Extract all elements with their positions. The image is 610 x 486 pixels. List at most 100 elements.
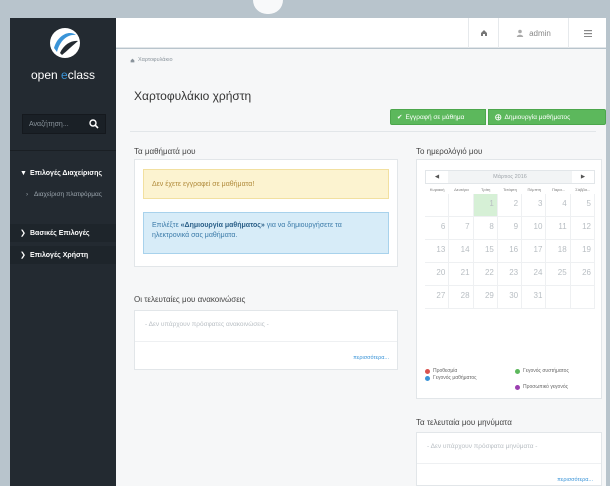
sidebar-section-label: Βασικές Επιλογές [30,229,90,237]
breadcrumb-label[interactable]: Χαρτοφυλάκιο [138,57,173,63]
calendar-week-row: 20 21 22 23 24 25 26 [425,263,595,286]
calendar-empty-cell [425,194,450,217]
calendar-weekday: Πέμπτη [527,187,542,192]
calendar-day[interactable]: 11 [546,217,571,240]
top-frame [0,0,610,18]
calendar-day[interactable]: 26 [570,263,595,286]
sidebar-section-user-options[interactable]: ❯ Επιλογές Χρήστη [10,246,116,264]
home-icon [480,30,487,36]
announcements-more-link[interactable]: περισσότερα... [353,355,389,361]
calendar-day[interactable]: 24 [522,263,547,286]
menu-button[interactable] [568,18,606,48]
calendar-day[interactable]: 4 [546,194,571,217]
calendar-day[interactable]: 1 [473,194,498,217]
chevron-down-icon: ▼ [20,169,27,177]
calendar-day[interactable]: 19 [570,240,595,263]
calendar-day[interactable]: 31 [522,286,547,309]
legend-dot-icon [425,369,430,374]
calendar-day[interactable]: 29 [473,286,498,309]
right-frame [606,18,610,486]
chevron-right-icon: ❯ [20,252,26,259]
calendar-day[interactable]: 20 [425,263,450,286]
calendar-week-row: 12345 [425,194,595,217]
no-courses-alert: Δεν έχετε εγγραφεί σε μαθήματα! [143,169,389,199]
calendar-day[interactable]: 16 [497,240,523,263]
home-button[interactable] [468,18,498,48]
search-input[interactable]: Αναζήτηση... [29,121,89,128]
plus-circle-icon: ⨁ [495,114,502,121]
courses-heading: Τα μαθήματά μου [134,147,196,156]
calendar-day[interactable]: 2 [497,194,523,217]
calendar-prev-button[interactable]: ◀ [426,174,448,180]
calendar-day[interactable]: 7 [449,217,474,240]
calendar-day[interactable]: 23 [497,263,523,286]
logo-text-suffix: class [67,68,96,82]
calendar-week-row: 13 14 15 16 17 18 19 [425,240,595,263]
create-course-button[interactable]: ⨁ Δημιουργία μαθήματος [488,109,606,125]
open-eclass-logo-icon[interactable] [48,26,82,60]
enroll-course-label: Εγγραφή σε μάθημα [405,113,465,121]
calendar-week-row: 27 28 29 30 31 [425,286,595,309]
calendar-weekday: Τετάρτη [503,187,517,192]
calendar-empty-cell [546,286,571,309]
calendar-day[interactable]: 3 [522,194,547,217]
logo-text: open eclass [10,68,116,82]
calendar-day[interactable]: 17 [522,240,547,263]
title-divider [130,131,596,132]
logo-text-accent: e [61,68,68,82]
sidebar-search[interactable]: Αναζήτηση... [22,114,106,134]
sidebar-section-admin-options[interactable]: ▼ Επιλογές Διαχείρισης [10,164,116,182]
calendar-weekday: Δευτέρα [454,187,469,192]
top-header: admin [116,18,606,48]
calendar-day[interactable]: 6 [425,217,450,240]
search-icon[interactable] [89,119,99,129]
calendar-day[interactable]: 21 [449,263,474,286]
messages-heading: Τα τελευταία μου μηνύματα [416,418,512,427]
announcements-heading: Οι τελευταίες μου ανακοινώσεις [134,295,246,304]
username-label: admin [529,28,551,38]
hint-bold: «Δημιουργία μαθήματος» [180,222,265,229]
calendar-month-label: Μάρτιος 2016 [448,171,572,183]
user-icon [516,29,524,37]
action-buttons: ✔ Εγγραφή σε μάθημα ⨁ Δημιουργία μαθήματ… [390,109,606,125]
calendar-day[interactable]: 28 [449,286,474,309]
calendar-day[interactable]: 15 [473,240,498,263]
calendar-day[interactable]: 5 [570,194,595,217]
legend-label: Προθεσμία [433,368,458,374]
calendar-day[interactable]: 27 [425,286,450,309]
legend-dot-icon [515,385,520,390]
calendar-empty-cell [570,286,595,309]
calendar-week-row: 6 7 8 9 10 11 12 [425,217,595,240]
announcements-panel: - Δεν υπάρχουν πρόσφατες ανακοινώσεις - … [134,310,398,370]
sidebar-section-basic-options[interactable]: ❯ Βασικές Επιλογές [10,224,116,242]
calendar-day[interactable]: 8 [473,217,498,240]
calendar-day[interactable]: 14 [449,240,474,263]
legend-item: Προθεσμία [425,368,457,374]
calendar-day[interactable]: 22 [473,263,498,286]
breadcrumb: Χαρτοφυλάκιο [130,57,173,63]
calendar-day[interactable]: 10 [522,217,547,240]
calendar-heading: Το ημερολόγιό μου [416,147,483,156]
calendar-day[interactable]: 12 [570,217,595,240]
main-content: Χαρτοφυλάκιο Χαρτοφυλάκιο χρήστη ✔ Εγγρα… [116,49,606,486]
sidebar-section-label: Επιλογές Διαχείρισης [30,169,102,177]
home-icon[interactable] [130,58,135,63]
calendar-day[interactable]: 25 [546,263,571,286]
sidebar-item-platform-admin[interactable]: › Διαχείριση πλατφόρμας [26,190,106,200]
announcements-empty-text: - Δεν υπάρχουν πρόσφατες ανακοινώσεις - [145,321,269,328]
calendar-day[interactable]: 13 [425,240,450,263]
calendar-next-button[interactable]: ▶ [572,174,594,180]
legend-item: Γεγονός συστήματος [515,368,595,374]
legend-dot-icon [515,369,520,374]
announcements-divider [135,341,397,342]
calendar-day[interactable]: 9 [497,217,523,240]
messages-divider [417,463,601,464]
calendar-panel: ◀ Μάρτιος 2016 ▶ Κυριακή Δευτέρα Τρίτη Τετά… [416,159,602,399]
user-menu-button[interactable]: admin [498,18,568,48]
left-frame [0,18,10,486]
calendar-day[interactable]: 30 [497,286,523,309]
enroll-course-button[interactable]: ✔ Εγγραφή σε μάθημα [390,109,486,125]
legend-label: Προσωπικό γεγονός [523,384,569,390]
messages-more-link[interactable]: περισσότερα... [557,477,593,483]
calendar-day[interactable]: 18 [546,240,571,263]
